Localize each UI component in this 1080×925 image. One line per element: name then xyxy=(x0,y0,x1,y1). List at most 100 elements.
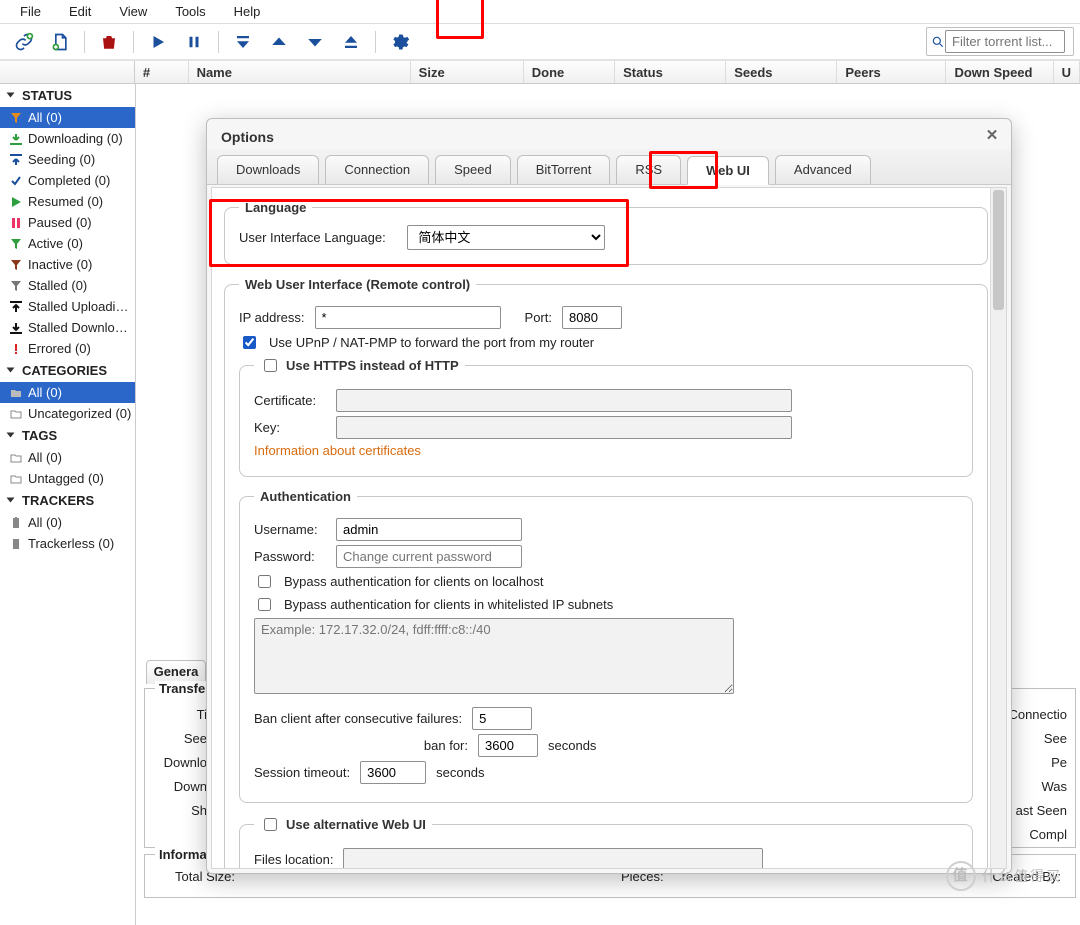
files-loc-input[interactable] xyxy=(343,848,763,869)
key-input[interactable] xyxy=(336,416,792,439)
sidebar-item-resumed[interactable]: Resumed (0) xyxy=(0,191,135,212)
cert-input[interactable] xyxy=(336,389,792,412)
fieldset-language: Language User Interface Language: 简体中文 xyxy=(224,200,988,265)
fieldset-webui: Web User Interface (Remote control) IP a… xyxy=(224,277,988,869)
sidebar-trk-all[interactable]: All (0) xyxy=(0,512,135,533)
sidebar-item-active[interactable]: Active (0) xyxy=(0,233,135,254)
upnp-label: Use UPnP / NAT-PMP to forward the port f… xyxy=(269,335,594,350)
folder-open-icon xyxy=(10,408,22,420)
altui-checkbox[interactable] xyxy=(264,818,277,831)
sidebar-header-trackers[interactable]: TRACKERS xyxy=(0,489,135,512)
ip-label: IP address: xyxy=(239,310,305,325)
whitelist-textarea[interactable] xyxy=(254,618,734,694)
menu-view[interactable]: View xyxy=(105,2,161,21)
sidebar-trk-trackerless[interactable]: Trackerless (0) xyxy=(0,533,135,554)
sidebar-item-completed[interactable]: Completed (0) xyxy=(0,170,135,191)
sidebar-item-all[interactable]: All (0) xyxy=(0,107,135,128)
col-up[interactable]: U xyxy=(1054,61,1080,83)
highlight-preferences xyxy=(436,0,484,39)
sidebar-item-stalled[interactable]: Stalled (0) xyxy=(0,275,135,296)
filter-inactive-icon xyxy=(10,259,22,271)
session-input[interactable] xyxy=(360,761,426,784)
dialog-scrollbar[interactable] xyxy=(990,188,1006,868)
tab-bittorrent[interactable]: BitTorrent xyxy=(517,155,611,184)
search-input[interactable] xyxy=(945,30,1065,53)
sidebar-item-inactive[interactable]: Inactive (0) xyxy=(0,254,135,275)
sidebar-item-stalled-dl[interactable]: Stalled Downlo… xyxy=(0,317,135,338)
sidebar-header-categories[interactable]: CATEGORIES xyxy=(0,359,135,382)
tab-rss[interactable]: RSS xyxy=(616,155,681,184)
sidebar-item-paused[interactable]: Paused (0) xyxy=(0,212,135,233)
bypass-local-checkbox[interactable] xyxy=(258,575,271,588)
close-icon[interactable]: ✕ xyxy=(983,127,1001,145)
col-seeds[interactable]: Seeds xyxy=(726,61,837,83)
ip-input[interactable] xyxy=(315,306,501,329)
lbl-downlo: Downlo xyxy=(151,751,207,775)
sidebar-tag-all[interactable]: All (0) xyxy=(0,447,135,468)
search-box[interactable] xyxy=(926,27,1074,56)
move-down-icon[interactable] xyxy=(301,28,329,56)
folder-icon xyxy=(10,387,22,399)
col-size[interactable]: Size xyxy=(411,61,524,83)
tab-advanced[interactable]: Advanced xyxy=(775,155,871,184)
upnp-checkbox[interactable] xyxy=(243,336,256,349)
dialog-tabs: Downloads Connection Speed BitTorrent RS… xyxy=(207,149,1011,185)
search-icon xyxy=(931,35,945,49)
move-bottom-icon[interactable] xyxy=(337,28,365,56)
play-small-icon xyxy=(10,196,22,208)
play-icon[interactable] xyxy=(144,28,172,56)
tab-speed[interactable]: Speed xyxy=(435,155,511,184)
col-down[interactable]: Down Speed xyxy=(946,61,1053,83)
fieldset-https: Use HTTPS instead of HTTP Certificate: K… xyxy=(239,356,973,477)
pause-icon[interactable] xyxy=(180,28,208,56)
col-num[interactable]: # xyxy=(135,61,189,83)
pause-small-icon xyxy=(10,217,22,229)
seconds-label-2: seconds xyxy=(436,765,484,780)
preferences-icon[interactable] xyxy=(386,28,414,56)
add-link-icon[interactable] xyxy=(10,28,38,56)
port-input[interactable] xyxy=(562,306,622,329)
tab-webui[interactable]: Web UI xyxy=(687,156,769,185)
panel-transfer-title: Transfe xyxy=(155,681,209,696)
sidebar-item-seeding[interactable]: Seeding (0) xyxy=(0,149,135,170)
toolbar xyxy=(0,24,1080,60)
pass-label: Password: xyxy=(254,549,326,564)
password-input[interactable] xyxy=(336,545,522,568)
panel-info-title: Informa xyxy=(155,847,211,862)
sidebar-cat-uncat[interactable]: Uncategorized (0) xyxy=(0,403,135,424)
tab-connection[interactable]: Connection xyxy=(325,155,429,184)
sidebar-item-downloading[interactable]: Downloading (0) xyxy=(0,128,135,149)
ban-count-input[interactable] xyxy=(472,707,532,730)
https-checkbox[interactable] xyxy=(264,359,277,372)
cert-info-link[interactable]: Information about certificates xyxy=(254,443,421,458)
menu-help[interactable]: Help xyxy=(220,2,275,21)
add-file-icon[interactable] xyxy=(46,28,74,56)
sidebar-tag-untag[interactable]: Untagged (0) xyxy=(0,468,135,489)
sidebar-header-status[interactable]: STATUS xyxy=(0,84,135,107)
col-done[interactable]: Done xyxy=(524,61,615,83)
col-peers[interactable]: Peers xyxy=(837,61,946,83)
sidebar-cat-all[interactable]: All (0) xyxy=(0,382,135,403)
menu-tools[interactable]: Tools xyxy=(161,2,219,21)
language-select[interactable]: 简体中文 xyxy=(407,225,605,250)
col-status[interactable]: Status xyxy=(615,61,726,83)
legend-auth: Authentication xyxy=(254,489,357,504)
banfor-input[interactable] xyxy=(478,734,538,757)
sidebar-item-errored[interactable]: Errored (0) xyxy=(0,338,135,359)
menubar: File Edit View Tools Help xyxy=(0,0,1080,24)
move-top-icon[interactable] xyxy=(229,28,257,56)
sidebar-header-tags[interactable]: TAGS xyxy=(0,424,135,447)
menu-edit[interactable]: Edit xyxy=(55,2,105,21)
bypass-local-label: Bypass authentication for clients on loc… xyxy=(284,574,543,589)
move-up-icon[interactable] xyxy=(265,28,293,56)
username-input[interactable] xyxy=(336,518,522,541)
bypass-white-checkbox[interactable] xyxy=(258,598,271,611)
menu-file[interactable]: File xyxy=(6,2,55,21)
col-name[interactable]: Name xyxy=(189,61,411,83)
tab-downloads[interactable]: Downloads xyxy=(217,155,319,184)
delete-icon[interactable] xyxy=(95,28,123,56)
filter-active-icon xyxy=(10,238,22,250)
upload-icon xyxy=(10,154,22,166)
legend-altui: Use alternative Web UI xyxy=(286,817,426,832)
sidebar-item-stalled-up[interactable]: Stalled Uploadi… xyxy=(0,296,135,317)
